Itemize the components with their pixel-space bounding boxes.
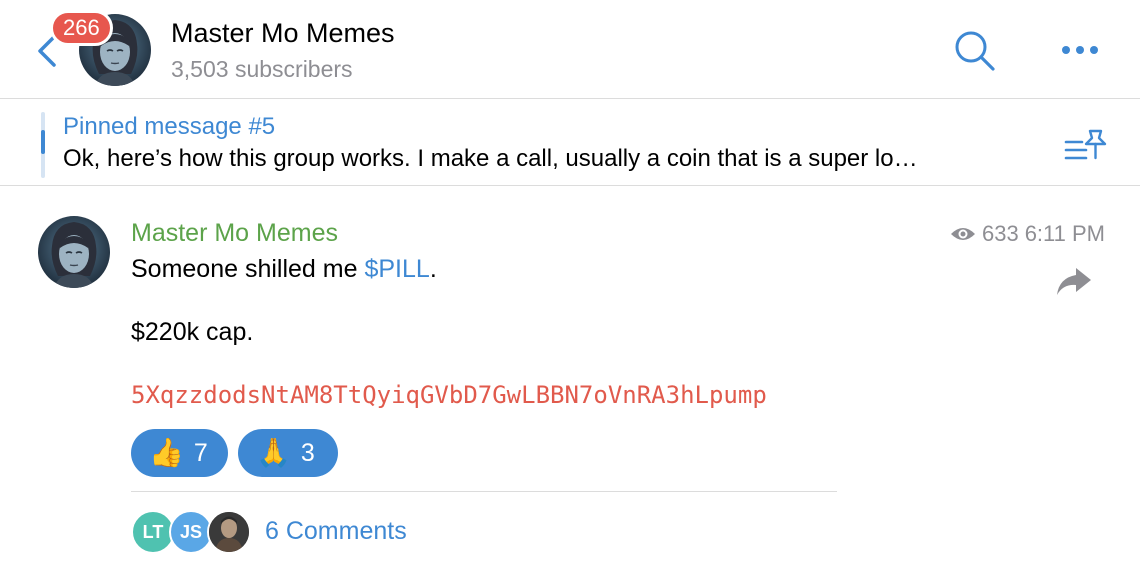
thumbs-up-icon: 👍	[149, 437, 184, 468]
message-sender-name[interactable]: Master Mo Memes	[131, 219, 338, 248]
comments-button[interactable]: LT JS 6 Comments	[131, 508, 451, 556]
cashtag-link[interactable]: $PILL	[364, 255, 429, 283]
pray-icon: 🙏	[256, 437, 291, 468]
message-text-line-2: $220k cap.	[131, 318, 254, 346]
eye-icon	[950, 228, 975, 240]
pinned-title: Pinned message #5	[63, 113, 276, 140]
contract-address-code[interactable]: 5XqzzdodsNtAM8TtQyiqGVbD7GwLBBN7oVnRA3hL…	[131, 381, 767, 409]
channel-title[interactable]: Master Mo Memes	[171, 18, 395, 49]
comments-divider	[131, 491, 837, 492]
search-icon	[955, 31, 995, 71]
commenter-avatar-photo	[207, 510, 251, 554]
subscriber-count: 3,503 subscribers	[171, 56, 353, 82]
comments-label: 6 Comments	[265, 517, 407, 545]
forward-button[interactable]	[1054, 262, 1094, 300]
unread-count-badge: 266	[50, 10, 113, 46]
view-count: 633	[981, 221, 1019, 246]
message-text: Someone shilled me	[131, 255, 365, 283]
pinned-indicator	[41, 130, 45, 154]
reaction-pray[interactable]: 🙏 3	[238, 429, 338, 477]
message-meta: 633 6:11 PM	[950, 221, 1105, 247]
forward-icon	[1057, 268, 1091, 295]
commenter-photo-image	[209, 512, 249, 552]
pinned-list-button[interactable]	[1064, 128, 1108, 164]
message-time: 6:11 PM	[1024, 221, 1105, 246]
pinned-preview: Ok, here’s how this group works. I make …	[63, 145, 918, 172]
more-options-button[interactable]	[1058, 36, 1102, 64]
message-text-suffix: .	[429, 255, 437, 283]
more-icon	[1062, 46, 1098, 54]
chat-header: 266 Master Mo Memes 3,503 subscribers	[0, 0, 1140, 99]
sender-avatar[interactable]	[38, 216, 110, 288]
pinned-message-bar[interactable]: Pinned message #5 Ok, here’s how this gr…	[0, 100, 1140, 186]
reaction-count: 3	[300, 438, 315, 467]
search-button[interactable]	[952, 28, 998, 74]
reaction-count: 7	[193, 438, 208, 467]
message-text-line-1: Someone shilled me $PILL.	[131, 255, 437, 284]
pinned-list-icon	[1064, 129, 1107, 160]
reaction-thumbs-up[interactable]: 👍 7	[131, 429, 228, 477]
sender-avatar-image	[38, 216, 110, 288]
